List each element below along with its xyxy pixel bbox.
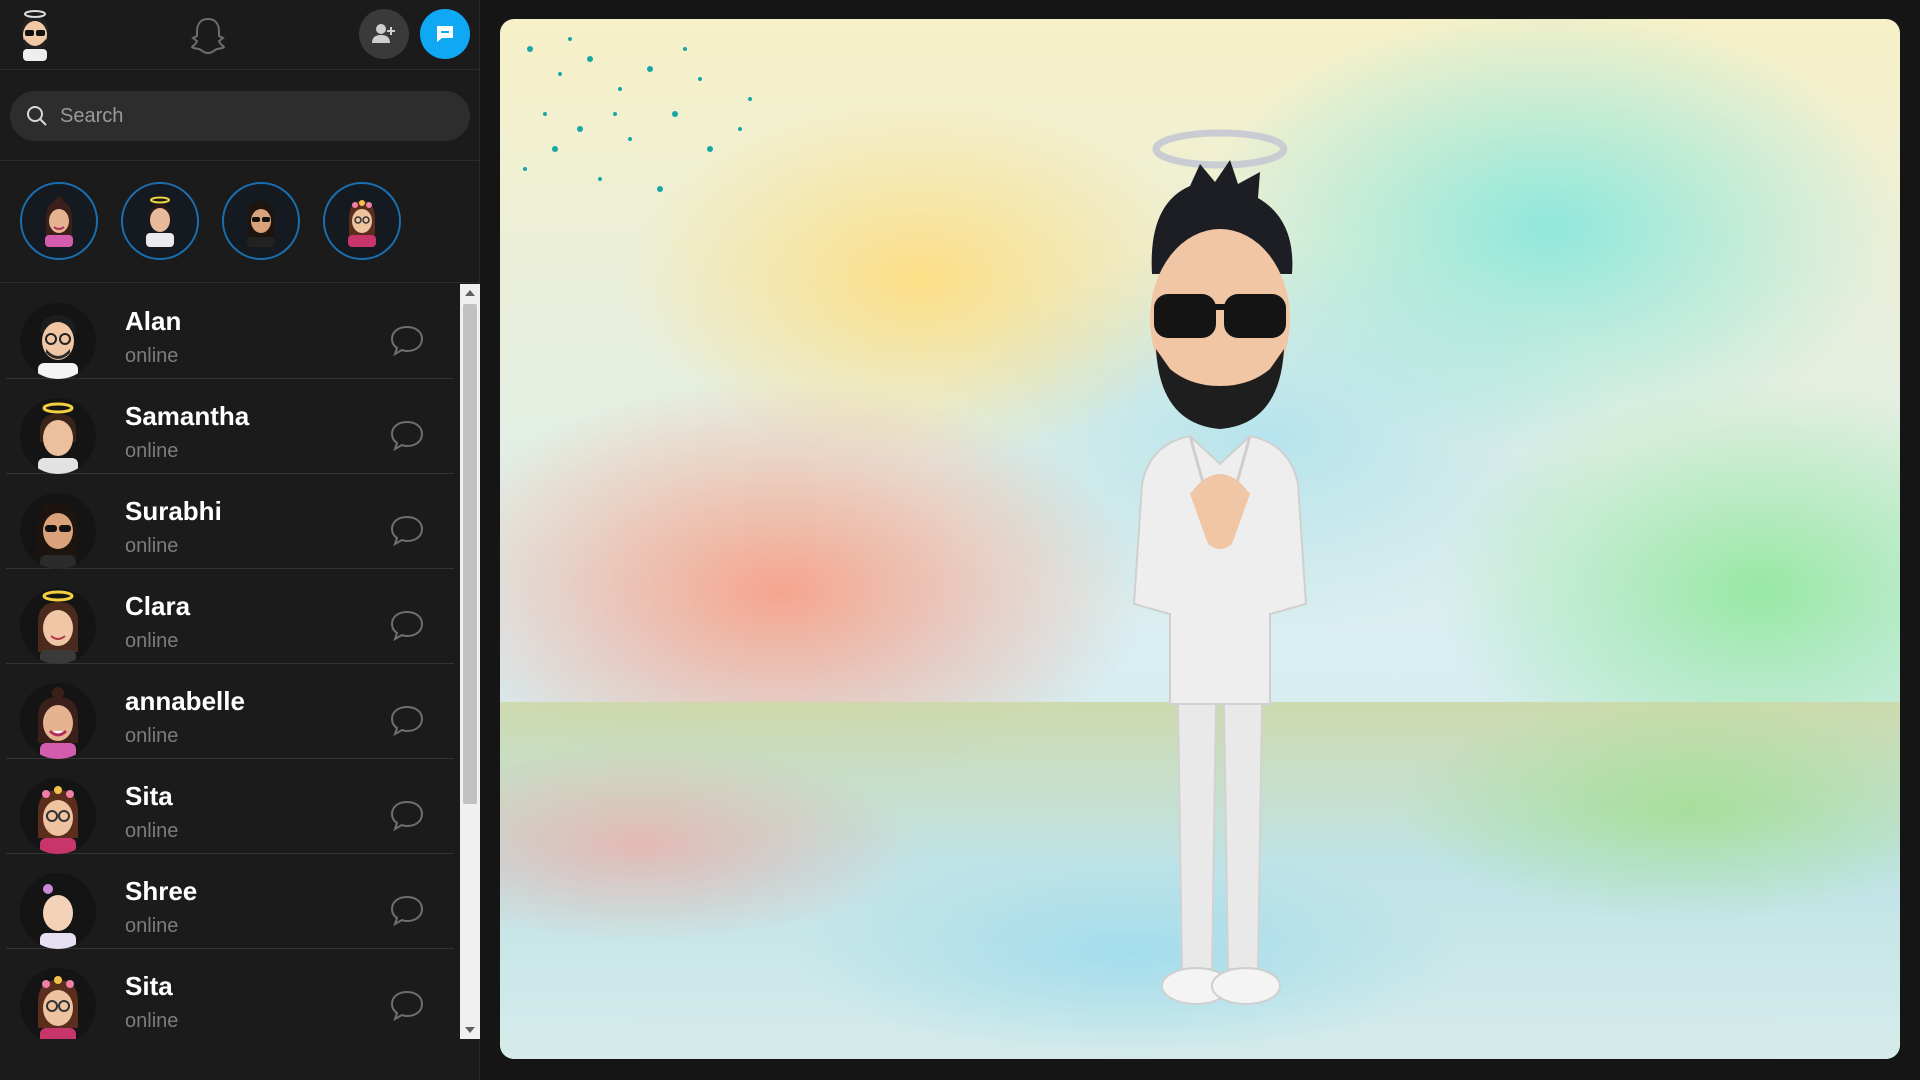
paint-splatter — [523, 37, 752, 192]
bitmoji-avatar-icon — [20, 493, 96, 569]
story-avatar[interactable] — [323, 182, 401, 260]
chat-list-item[interactable]: Clara online — [6, 569, 454, 664]
chat-list-item[interactable]: Alan online — [6, 284, 454, 379]
new-chat-icon — [437, 26, 453, 42]
chat-bubble-icon[interactable] — [390, 799, 424, 831]
chat-list-item[interactable]: Samantha online — [6, 379, 454, 474]
chat-contact-name: Clara — [125, 591, 191, 621]
chat-status: online — [125, 915, 179, 937]
chat-bubble-icon[interactable] — [390, 704, 424, 736]
chat-list-item[interactable]: Shree online — [6, 854, 454, 949]
add-friend-button[interactable] — [359, 9, 409, 59]
ghost-icon[interactable] — [188, 15, 228, 55]
story-avatar[interactable] — [121, 182, 199, 260]
sidebar: Alan online Samantha online — [0, 0, 480, 1080]
chat-status: online — [125, 630, 179, 652]
chat-status: online — [125, 440, 179, 462]
story-avatar[interactable] — [222, 182, 300, 260]
profile-avatar-icon[interactable] — [14, 9, 56, 61]
chat-list-item[interactable]: Surabhi online — [6, 474, 454, 569]
chat-status: online — [125, 820, 179, 842]
chat-contact-name: Surabhi — [125, 496, 222, 526]
bitmoji-avatar-icon — [20, 588, 96, 664]
chat-bubble-icon[interactable] — [390, 514, 424, 546]
scroll-down-arrow-icon[interactable] — [460, 1021, 480, 1039]
top-bar — [0, 0, 480, 70]
chat-status: online — [125, 1010, 179, 1032]
search-bar[interactable] — [10, 91, 470, 141]
chat-list-scrollbar[interactable] — [460, 284, 480, 1039]
bitmoji-3d-avatar — [1132, 129, 1308, 1005]
chat-bubble-icon[interactable] — [390, 609, 424, 641]
bitmoji-avatar-icon — [20, 303, 96, 379]
chat-contact-name: Sita — [125, 781, 173, 811]
bitmoji-avatar-icon — [348, 200, 376, 247]
chat-bubble-icon[interactable] — [390, 894, 424, 926]
bitmoji-avatar-icon — [247, 201, 275, 247]
chat-bubble-icon[interactable] — [390, 989, 424, 1021]
chat-bubble-icon[interactable] — [390, 324, 424, 356]
bitmoji-avatar-icon — [146, 196, 174, 247]
search-icon — [27, 106, 47, 126]
bitmoji-avatar-icon — [20, 778, 96, 854]
chat-contact-name: annabelle — [125, 686, 245, 716]
search-input[interactable] — [58, 103, 442, 129]
bitmoji-avatar-icon — [20, 968, 96, 1039]
chat-list-item[interactable]: annabelle online — [6, 664, 454, 759]
chat-contact-name: Sita — [125, 971, 173, 1001]
scroll-up-arrow-icon[interactable] — [460, 284, 480, 302]
add-friend-icon — [372, 24, 395, 43]
bitmoji-avatar-icon — [20, 873, 96, 949]
chat-status: online — [125, 725, 179, 747]
scrollbar-thumb[interactable] — [463, 304, 477, 804]
chat-contact-name: Shree — [125, 876, 198, 906]
chat-bubble-icon[interactable] — [390, 419, 424, 451]
new-chat-button[interactable] — [420, 9, 470, 59]
chat-list-item[interactable]: Sita online — [6, 759, 454, 854]
chat-list: Alan online Samantha online Surabhi onli… — [0, 284, 460, 1039]
chat-contact-name: Samantha — [125, 401, 250, 431]
chat-status: online — [125, 535, 179, 557]
story-avatar[interactable] — [20, 182, 98, 260]
bitmoji-avatar-icon — [20, 398, 96, 474]
bitmoji-avatar-icon — [45, 197, 73, 247]
chat-contact-name: Alan — [125, 306, 182, 336]
bitmoji-stage — [500, 19, 1900, 1059]
chat-status: online — [125, 345, 179, 367]
bitmoji-avatar-icon — [20, 683, 96, 759]
stories-row — [0, 160, 480, 283]
chat-list-item[interactable]: Sita online — [6, 949, 454, 1039]
